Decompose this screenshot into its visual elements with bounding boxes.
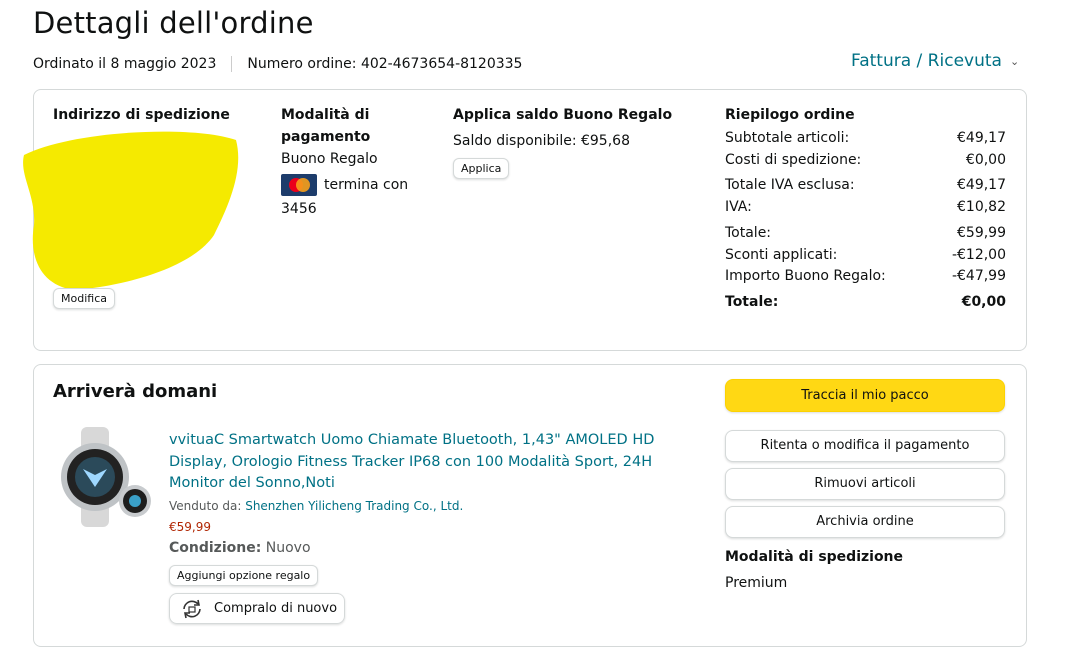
summary-label: Costi di spedizione: — [725, 152, 862, 168]
delivery-heading: Arriverà domani — [53, 381, 218, 402]
summary-value: €0,00 — [965, 152, 1006, 168]
redaction-mark — [23, 131, 239, 290]
order-date: Ordinato il 8 maggio 2023 — [33, 56, 217, 72]
summary-label: IVA: — [725, 199, 752, 215]
summary-row-net-total: Totale IVA esclusa: €49,17 — [725, 177, 1006, 193]
rebuy-icon — [178, 597, 206, 621]
product-title-link[interactable]: vvituaC Smartwatch Uomo Chiamate Bluetoo… — [169, 430, 699, 495]
summary-row-gift-card: Importo Buono Regalo: -€47,99 — [725, 268, 1006, 284]
archive-order-button[interactable]: Archivia ordine — [725, 506, 1005, 538]
payment-heading-line1: Modalità di — [281, 107, 370, 123]
summary-label: Sconti applicati: — [725, 247, 838, 263]
summary-label: Totale: — [725, 225, 772, 241]
sold-by: Venduto da: Shenzhen Yilicheng Trading C… — [169, 499, 463, 513]
order-meta: Ordinato il 8 maggio 2023 Numero ordine:… — [33, 56, 522, 72]
summary-row-discounts: Sconti applicati: -€12,00 — [725, 247, 1006, 263]
summary-label: Totale: — [725, 294, 779, 310]
summary-label: Importo Buono Regalo: — [725, 268, 886, 284]
track-package-button[interactable]: Traccia il mio pacco — [725, 379, 1005, 412]
summary-value: €10,82 — [957, 199, 1006, 215]
invoice-label: Fattura / Ricevuta — [851, 51, 1002, 71]
sold-by-label: Venduto da: — [169, 499, 242, 513]
condition-label: Condizione: — [169, 540, 262, 556]
summary-row-subtotal: Subtotale articoli: €49,17 — [725, 130, 1006, 146]
buy-again-label: Compralo di nuovo — [214, 601, 338, 616]
summary-value: €0,00 — [961, 294, 1006, 310]
shipping-mode-value: Premium — [725, 575, 788, 591]
page-title: Dettagli dell'ordine — [33, 6, 314, 40]
invoice-dropdown[interactable]: Fattura / Ricevuta ⌄ — [851, 51, 1019, 71]
summary-label: Totale IVA esclusa: — [725, 177, 855, 193]
order-number: Numero ordine: 402-4673654-8120335 — [247, 56, 523, 72]
apply-gift-balance-button[interactable]: Applica — [453, 158, 510, 179]
payment-method: Buono Regalo — [281, 151, 378, 167]
retry-payment-button[interactable]: Ritenta o modifica il pagamento — [725, 430, 1005, 462]
summary-label: Subtotale articoli: — [725, 130, 850, 146]
summary-value: €49,17 — [957, 130, 1006, 146]
summary-value: €59,99 — [957, 225, 1006, 241]
condition-value: Nuovo — [265, 540, 311, 556]
summary-row-total: Totale: €59,99 — [725, 225, 1006, 241]
product-price: €59,99 — [169, 520, 211, 534]
summary-value: €49,17 — [957, 177, 1006, 193]
seller-link[interactable]: Shenzhen Yilicheng Trading Co., Ltd. — [245, 499, 463, 513]
summary-row-shipping: Costi di spedizione: €0,00 — [725, 152, 1006, 168]
divider — [231, 56, 233, 72]
add-gift-option-button[interactable]: Aggiungi opzione regalo — [169, 565, 319, 586]
gift-balance-available: Saldo disponibile: €95,68 — [453, 133, 630, 149]
gift-balance-heading: Applica saldo Buono Regalo — [453, 107, 673, 123]
summary-value: -€47,99 — [951, 268, 1006, 284]
payment-heading-line2: pagamento — [281, 129, 371, 145]
shipping-mode-heading: Modalità di spedizione — [725, 549, 904, 565]
summary-row-vat: IVA: €10,82 — [725, 199, 1006, 215]
summary-row-grand-total: Totale: €0,00 — [725, 294, 1006, 310]
edit-address-button[interactable]: Modifica — [53, 288, 115, 309]
mastercard-icon — [281, 174, 317, 196]
summary-heading: Riepilogo ordine — [725, 107, 855, 123]
condition: Condizione: Nuovo — [169, 540, 311, 556]
remove-items-button[interactable]: Rimuovi articoli — [725, 468, 1005, 500]
card-last-digits: 3456 — [281, 201, 317, 217]
buy-again-button[interactable]: Compralo di nuovo — [169, 593, 345, 624]
product-image[interactable] — [53, 425, 157, 529]
summary-value: -€12,00 — [951, 247, 1006, 263]
card-ending-text: termina con — [324, 177, 409, 193]
shipping-address-heading: Indirizzo di spedizione — [53, 107, 230, 123]
payment-heading: Modalità di pagamento — [281, 104, 370, 148]
chevron-down-icon: ⌄ — [1009, 54, 1020, 68]
